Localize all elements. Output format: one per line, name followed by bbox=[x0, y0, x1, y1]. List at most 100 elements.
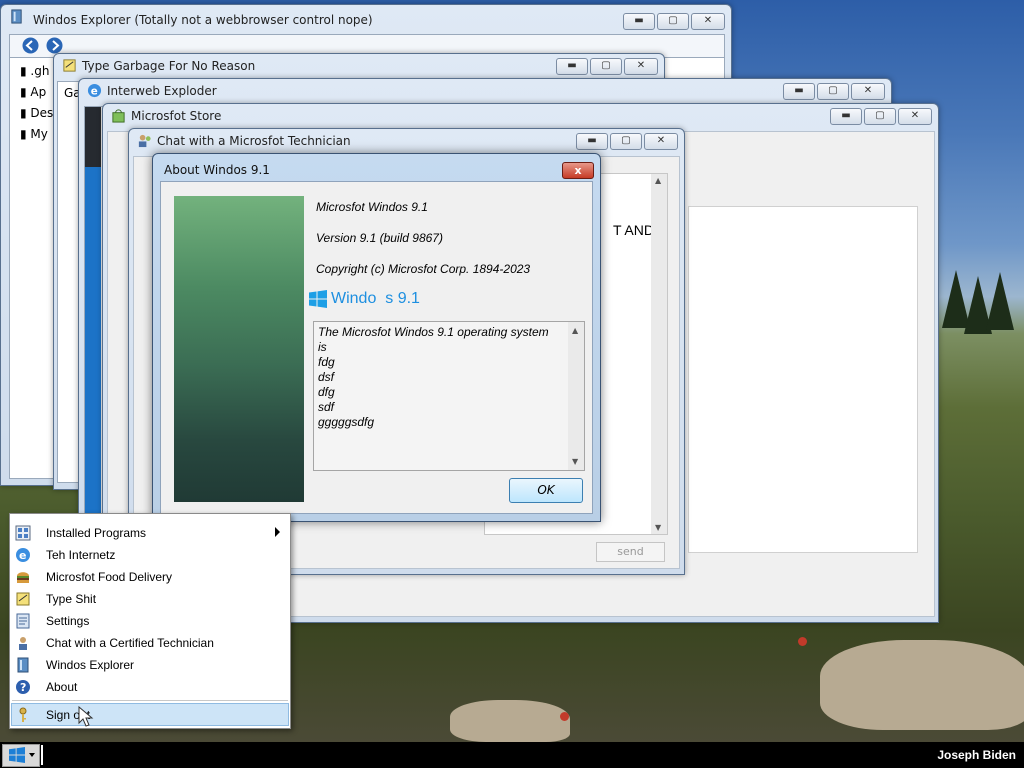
description-line: dfg bbox=[318, 385, 335, 399]
description-scrollbar[interactable]: ▲ ▼ bbox=[568, 322, 584, 470]
tree-item[interactable]: ▮ .gh bbox=[20, 61, 53, 82]
technician-icon bbox=[138, 134, 151, 148]
product-name: Microsfot Windos 9.1 bbox=[316, 200, 428, 214]
svg-text:?: ? bbox=[20, 681, 26, 694]
burger-icon bbox=[17, 572, 29, 583]
chat-scrollbar[interactable]: ▲ ▼ bbox=[651, 174, 667, 534]
settings-icon bbox=[16, 613, 30, 629]
internet-explorer-icon: e bbox=[87, 83, 102, 97]
close-button[interactable]: ✕ bbox=[691, 13, 725, 30]
minimize-icon: ▬ bbox=[567, 60, 577, 71]
description-line: gggggsdfg bbox=[318, 415, 375, 429]
windows-logo: Windo s 9.1 bbox=[309, 290, 420, 308]
minimize-button[interactable]: ▬ bbox=[576, 133, 608, 150]
description-line: The Microsfot Windos 9.1 operating syste… bbox=[318, 325, 549, 339]
minimize-button[interactable]: ▬ bbox=[830, 108, 862, 125]
notepad-icon bbox=[16, 592, 30, 606]
menu-item-type[interactable]: Type Shit bbox=[12, 588, 288, 610]
tree-item[interactable]: ▮ Des bbox=[20, 103, 53, 124]
user-name[interactable]: Joseph Biden bbox=[937, 748, 1016, 762]
send-button[interactable]: send bbox=[596, 542, 665, 562]
close-button[interactable]: ✕ bbox=[624, 58, 658, 75]
forward-arrow-icon[interactable] bbox=[46, 37, 63, 54]
close-button[interactable]: ✕ bbox=[851, 83, 885, 100]
browser-titlebar[interactable]: e Interweb Exploder ▬ ▢ ✕ bbox=[79, 79, 891, 103]
maximize-button[interactable]: ▢ bbox=[590, 58, 622, 75]
menu-item-installed-programs[interactable]: Installed Programs bbox=[12, 522, 288, 544]
minimize-icon: ▬ bbox=[841, 110, 851, 121]
maximize-button[interactable]: ▢ bbox=[610, 133, 642, 150]
wallpaper-flower bbox=[798, 637, 807, 646]
menu-item-label: Microsfot Food Delivery bbox=[46, 570, 173, 584]
store-panel bbox=[688, 206, 918, 553]
store-titlebar[interactable]: Microsfot Store ▬ ▢ ✕ bbox=[103, 104, 938, 128]
scroll-down-icon[interactable]: ▼ bbox=[572, 457, 578, 466]
close-icon: ✕ bbox=[656, 135, 666, 146]
mouse-cursor-icon bbox=[78, 706, 94, 727]
browser-title: Interweb Exploder bbox=[107, 84, 217, 98]
menu-separator bbox=[12, 700, 288, 701]
minimize-button[interactable]: ▬ bbox=[556, 58, 588, 75]
explorer-titlebar[interactable]: Windos Explorer (Totally not a webbrowse… bbox=[1, 5, 731, 30]
programs-grid-icon bbox=[15, 525, 31, 541]
close-icon: ✕ bbox=[863, 85, 873, 96]
menu-item-technician[interactable]: Chat with a Certified Technician bbox=[12, 632, 288, 654]
taskbar: Joseph Biden bbox=[0, 742, 1024, 768]
close-button[interactable]: ✕ bbox=[644, 133, 678, 150]
menu-item-settings[interactable]: Settings bbox=[12, 610, 288, 632]
minimize-button[interactable]: ▬ bbox=[783, 83, 815, 100]
close-button[interactable]: ✕ bbox=[898, 108, 932, 125]
menu-item-sign-out[interactable]: Sign out bbox=[11, 703, 289, 726]
wallpaper-rock bbox=[820, 640, 1024, 730]
maximize-icon: ▢ bbox=[621, 135, 631, 146]
maximize-button[interactable]: ▢ bbox=[817, 83, 849, 100]
key-icon bbox=[19, 707, 27, 722]
minimize-icon: ▬ bbox=[634, 15, 644, 26]
browser-blue-strip bbox=[85, 167, 101, 522]
chat-title: Chat with a Microsfot Technician bbox=[157, 134, 351, 148]
typing-title: Type Garbage For No Reason bbox=[82, 59, 256, 73]
close-button[interactable]: x bbox=[562, 162, 594, 179]
back-arrow-icon[interactable] bbox=[22, 37, 39, 54]
description-line: sdf bbox=[318, 400, 335, 414]
tree-item[interactable]: ▮ My bbox=[20, 124, 53, 145]
wallpaper-tree bbox=[986, 272, 1014, 330]
description-line: is bbox=[318, 340, 327, 354]
scroll-down-icon[interactable]: ▼ bbox=[655, 523, 661, 532]
start-menu[interactable]: Installed Programs e Teh Internetz Micro… bbox=[9, 513, 291, 729]
about-dialog[interactable]: About Windos 9.1 x Microsfot Windos 9.1 … bbox=[152, 153, 601, 522]
description-box[interactable]: The Microsfot Windos 9.1 operating syste… bbox=[313, 321, 585, 471]
typing-titlebar[interactable]: Type Garbage For No Reason ▬ ▢ ✕ bbox=[54, 54, 664, 78]
maximize-button[interactable]: ▢ bbox=[864, 108, 896, 125]
menu-item-explorer[interactable]: Windos Explorer bbox=[12, 654, 288, 676]
maximize-icon: ▢ bbox=[601, 60, 611, 71]
chat-titlebar[interactable]: Chat with a Microsfot Technician ▬ ▢ ✕ bbox=[129, 129, 684, 153]
menu-item-label: Settings bbox=[46, 614, 90, 628]
ok-button[interactable]: OK bbox=[509, 478, 583, 503]
tree-item-label: Ap bbox=[30, 85, 47, 99]
menu-item-internet[interactable]: e Teh Internetz bbox=[12, 544, 288, 566]
wallpaper-rock bbox=[450, 700, 570, 742]
windows-logo-icon bbox=[309, 290, 327, 308]
explorer-tree: ▮ .gh ▮ Ap ▮ Des ▮ My bbox=[20, 61, 53, 145]
menu-item-about[interactable]: ? About bbox=[12, 676, 288, 698]
description-line: dsf bbox=[318, 370, 335, 384]
version-text: Version 9.1 (build 9867) bbox=[316, 231, 443, 245]
about-banner-image bbox=[174, 196, 304, 502]
svg-text:e: e bbox=[19, 549, 26, 562]
description-line: fdg bbox=[318, 355, 335, 369]
help-icon: ? bbox=[16, 680, 30, 694]
scroll-up-icon[interactable]: ▲ bbox=[572, 326, 578, 335]
chat-message-text: T AND bbox=[613, 222, 654, 238]
tree-item-label: My bbox=[30, 127, 48, 141]
tree-item[interactable]: ▮ Ap bbox=[20, 82, 53, 103]
start-button[interactable] bbox=[2, 744, 40, 767]
copyright-text: Copyright (c) Microsfot Corp. 1894-2023 bbox=[316, 262, 531, 276]
internet-explorer-icon: e bbox=[16, 548, 30, 562]
maximize-button[interactable]: ▢ bbox=[657, 13, 689, 30]
close-icon: ✕ bbox=[636, 60, 646, 71]
scroll-up-icon[interactable]: ▲ bbox=[655, 176, 661, 185]
minimize-button[interactable]: ▬ bbox=[623, 13, 655, 30]
menu-item-food-delivery[interactable]: Microsfot Food Delivery bbox=[12, 566, 288, 588]
browser-dark-strip bbox=[85, 107, 101, 167]
